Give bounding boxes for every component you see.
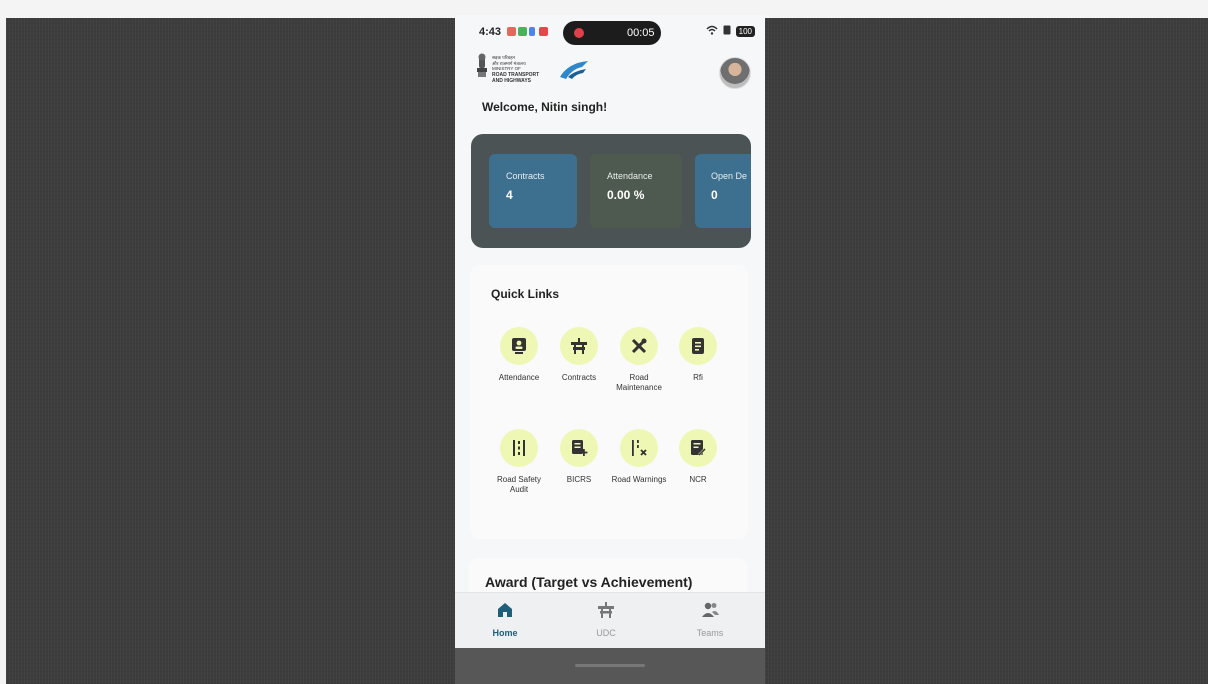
- tab-label: Teams: [696, 628, 724, 638]
- app-badge-icon: [539, 27, 548, 36]
- stat-contracts[interactable]: Contracts 4: [489, 154, 577, 228]
- team-icon: [702, 602, 719, 617]
- screen-recording-pill[interactable]: 00:05: [563, 21, 661, 45]
- quick-links-card: Quick Links Attendance Contracts Road Ma…: [470, 265, 748, 539]
- welcome-message: Welcome, Nitin singh!: [482, 100, 608, 114]
- status-bar: 4:43 00:05 100: [455, 15, 765, 49]
- stat-attendance[interactable]: Attendance 0.00 %: [590, 154, 682, 228]
- quick-link-bicrs[interactable]: BICRS: [547, 429, 611, 485]
- document-edit-icon: [679, 429, 717, 467]
- stat-label: Open De: [711, 171, 748, 181]
- recording-timer: 00:05: [627, 27, 655, 39]
- quick-link-road-warnings[interactable]: Road Warnings: [607, 429, 671, 485]
- message-icon: [529, 27, 535, 36]
- road-barrier-icon: [598, 602, 614, 618]
- tools-icon: [620, 327, 658, 365]
- sim-icon: [723, 25, 731, 38]
- road-warning-icon: [620, 429, 658, 467]
- notification-icon: [507, 27, 516, 36]
- tab-teams[interactable]: Teams: [675, 601, 745, 638]
- app-notification-icon: [518, 27, 527, 36]
- ministry-name-1: ROAD TRANSPORT: [492, 71, 540, 78]
- quick-link-attendance[interactable]: Attendance: [487, 327, 551, 383]
- battery-icon: 100: [735, 26, 755, 37]
- road-barrier-icon: [560, 327, 598, 365]
- app-header: सड़क परिवहन और राजमार्ग मंत्रालय MINISTR…: [455, 49, 765, 101]
- phone-screen: 4:43 00:05 100 सड़क परिवहन और राजमार्ग म…: [455, 15, 765, 684]
- ministry-name-2: AND HIGHWAYS: [492, 78, 531, 84]
- tab-home[interactable]: Home: [470, 601, 540, 638]
- quick-link-label: Road Maintenance: [616, 373, 662, 392]
- stat-value: 0: [711, 188, 718, 202]
- stat-value: 0.00 %: [607, 188, 645, 202]
- quick-link-label: Road Safety Audit: [496, 475, 542, 494]
- record-icon: [574, 28, 584, 38]
- gesture-handle[interactable]: [575, 664, 645, 667]
- document-plus-icon: [560, 429, 598, 467]
- home-icon: [498, 603, 512, 617]
- quick-link-label: Contracts: [561, 373, 597, 382]
- road-lanes-icon: [500, 429, 538, 467]
- avatar[interactable]: [719, 57, 751, 89]
- quick-link-rfi[interactable]: Rfi: [666, 327, 730, 383]
- tab-label: Home: [492, 628, 518, 638]
- bottom-navigation: Home UDC Teams: [455, 592, 765, 649]
- document-icon: [679, 327, 717, 365]
- quick-link-label: Rfi: [693, 373, 703, 382]
- status-time: 4:43: [479, 26, 502, 38]
- quick-link-label: Road Warnings: [611, 475, 667, 484]
- quick-link-label: BICRS: [566, 475, 592, 484]
- system-tray: 100: [706, 25, 755, 38]
- stat-label: Contracts: [506, 171, 545, 181]
- tab-udc[interactable]: UDC: [571, 601, 641, 638]
- attendance-icon: [500, 327, 538, 365]
- ministry-title: सड़क परिवहन और राजमार्ग मंत्रालय MINISTR…: [492, 55, 539, 85]
- quick-link-label: NCR: [689, 475, 707, 484]
- tab-label: UDC: [596, 628, 616, 638]
- quick-link-contracts[interactable]: Contracts: [547, 327, 611, 383]
- quick-link-label: Attendance: [498, 373, 540, 382]
- highway-logo-icon: [560, 61, 588, 79]
- award-title: Award (Target vs Achievement): [485, 574, 693, 590]
- wifi-icon: [706, 25, 718, 38]
- quick-link-road-safety-audit[interactable]: Road Safety Audit: [487, 429, 551, 495]
- stat-label: Attendance: [607, 171, 653, 181]
- quick-link-ncr[interactable]: NCR: [666, 429, 730, 485]
- system-navigation-bar: [455, 648, 765, 684]
- quick-link-road-maintenance[interactable]: Road Maintenance: [607, 327, 671, 393]
- quick-links-title: Quick Links: [491, 287, 560, 301]
- national-emblem-icon: [477, 53, 487, 77]
- stat-value: 4: [506, 188, 513, 202]
- stat-open-defects[interactable]: Open De 0: [695, 154, 751, 228]
- stats-card: Contracts 4 Attendance 0.00 % Open De 0: [471, 134, 751, 248]
